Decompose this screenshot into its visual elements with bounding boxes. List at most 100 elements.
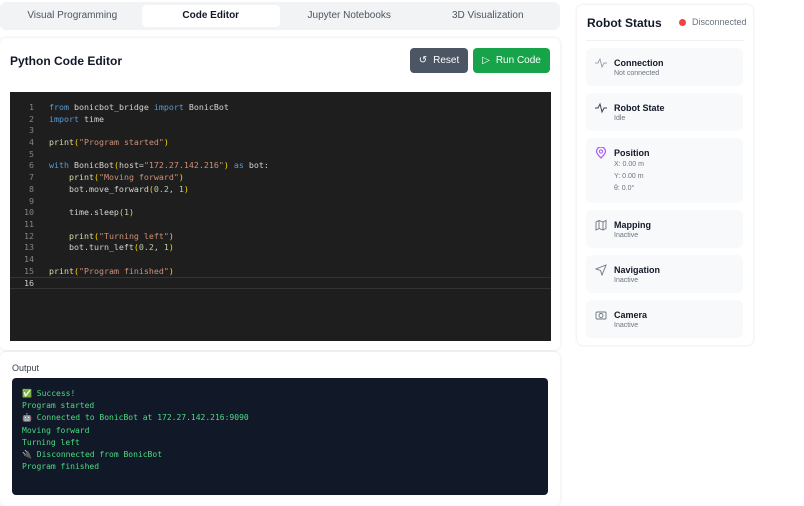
play-icon: ▷	[482, 55, 490, 66]
line-code: time.sleep(1)	[49, 207, 134, 219]
editor-title: Python Code Editor	[10, 54, 122, 68]
activity-icon	[595, 102, 607, 114]
code-line: 6 with BonicBot(host="172.27.142.216") as…	[10, 160, 551, 172]
code-token: ,	[168, 183, 179, 194]
status-item-connection: Connection Not connected	[586, 48, 743, 86]
code-token: host=	[118, 160, 144, 171]
output-line: Program finished	[22, 462, 100, 472]
map-pin-icon	[595, 147, 607, 159]
reset-label: Reset	[433, 55, 460, 66]
code-line: 3	[10, 125, 551, 137]
item-title: Mapping	[614, 220, 651, 230]
code-token: print	[68, 172, 94, 183]
line-code: from bonicbot_bridge import BonicBot	[49, 102, 229, 114]
tab-jupyter-notebooks[interactable]: Jupyter Notebooks	[280, 5, 419, 27]
view-tabs: Visual Programming Code Editor Jupyter N…	[0, 2, 560, 30]
output-line: Program started	[22, 401, 95, 411]
line-code: print("Program started")	[49, 137, 169, 149]
code-token: 0.2	[138, 242, 154, 253]
robot-status-title: Robot Status	[587, 16, 662, 30]
code-input[interactable]: 1 from bonicbot_bridge import BonicBot 2 im…	[10, 92, 551, 341]
divider	[586, 40, 744, 41]
code-line: 12 print("Turning left")	[10, 231, 551, 243]
code-token: print	[49, 265, 74, 276]
code-line: 2 import time	[10, 114, 551, 126]
code-token: print	[68, 230, 94, 241]
run-code-button[interactable]: ▷ Run Code	[473, 48, 550, 73]
code-token: import	[153, 102, 189, 112]
code-token: ,	[153, 242, 164, 253]
line-number: 3	[29, 125, 34, 136]
line-number: 9	[29, 195, 34, 206]
item-title: Camera	[614, 310, 648, 320]
line-code: with BonicBot(host="172.27.142.216") as …	[49, 160, 269, 172]
tab-visual-programming[interactable]: Visual Programming	[3, 5, 142, 27]
code-line: 13 bot.turn_left(0.2, 1)	[10, 242, 551, 254]
output-line: Turning left	[22, 437, 80, 447]
line-number: 4	[29, 137, 34, 148]
code-line: 16	[10, 277, 551, 289]
item-value: Inactive	[614, 322, 639, 329]
item-title: Robot State	[614, 103, 665, 113]
item-title: Connection	[614, 58, 664, 68]
status-item-robot-state: Robot State Idle	[586, 93, 743, 131]
code-token: bot:	[248, 160, 269, 171]
code-token: )	[163, 137, 169, 148]
connection-badge: Disconnected	[679, 17, 747, 27]
output-console: ✅ Success! Program started 🤖 Connected t…	[12, 378, 548, 495]
line-number: 15	[24, 265, 34, 276]
code-token: BonicBot	[188, 102, 229, 112]
item-title: Position	[614, 148, 650, 158]
code-token: )	[168, 265, 174, 276]
map-icon	[595, 219, 607, 231]
code-token: time	[83, 113, 104, 124]
line-number: 6	[29, 160, 34, 171]
code-token: with	[49, 160, 74, 171]
code-token: )	[128, 207, 134, 218]
line-code: bot.move_forward(0.2, 1)	[49, 184, 189, 196]
code-token: )	[178, 172, 184, 183]
code-line: 9	[10, 196, 551, 208]
line-code: print("Program finished")	[49, 266, 174, 278]
code-token: time.sleep	[49, 207, 119, 218]
code-line: 5	[10, 149, 551, 161]
activity-icon	[595, 57, 607, 69]
position-y: Y: 0.00 m	[614, 173, 644, 180]
line-number: 14	[24, 253, 34, 264]
code-token: "Moving forward"	[98, 172, 179, 183]
code-token: )	[168, 230, 174, 241]
code-line: 10 time.sleep(1)	[10, 207, 551, 219]
status-item-camera: Camera Inactive	[586, 300, 743, 338]
output-line: Moving forward	[22, 425, 90, 435]
position-theta: θ: 0.0°	[614, 185, 635, 192]
code-token: BonicBot	[73, 160, 114, 171]
item-value: Inactive	[614, 277, 639, 284]
line-number: 13	[24, 242, 34, 253]
output-line: 🔌 Disconnected from BonicBot	[22, 450, 163, 460]
code-token: "Program finished"	[78, 265, 169, 276]
line-number: 1	[29, 102, 34, 112]
item-value: Idle	[614, 115, 626, 122]
output-panel: Output ✅ Success! Program started 🤖 Conn…	[0, 352, 560, 506]
line-code: print("Moving forward")	[49, 172, 184, 184]
line-number: 10	[24, 207, 34, 218]
item-value: Inactive	[614, 232, 639, 239]
line-number: 12	[24, 230, 34, 241]
position-x: X: 0.00 m	[614, 161, 644, 168]
navigation-icon	[595, 264, 607, 276]
status-item-mapping: Mapping Inactive	[586, 210, 743, 248]
code-line: 7 print("Moving forward")	[10, 172, 551, 184]
line-number: 7	[29, 172, 34, 183]
robot-status-panel: Robot Status Disconnected Connection Not…	[577, 5, 753, 345]
line-number: 11	[24, 218, 34, 229]
code-token: )	[168, 242, 174, 253]
code-editor-panel: Python Code Editor ↺ Reset ▷ Run Code 1 fro…	[0, 38, 560, 350]
tab-code-editor[interactable]: Code Editor	[141, 5, 280, 27]
output-label: Output	[12, 363, 40, 373]
code-line: 15 print("Program finished")	[10, 266, 551, 278]
item-value: Not connected	[614, 70, 660, 77]
reset-button[interactable]: ↺ Reset	[410, 48, 468, 73]
code-token: "172.27.142.216"	[143, 160, 224, 171]
tab-3d-visualization[interactable]: 3D Visualization	[419, 5, 558, 27]
